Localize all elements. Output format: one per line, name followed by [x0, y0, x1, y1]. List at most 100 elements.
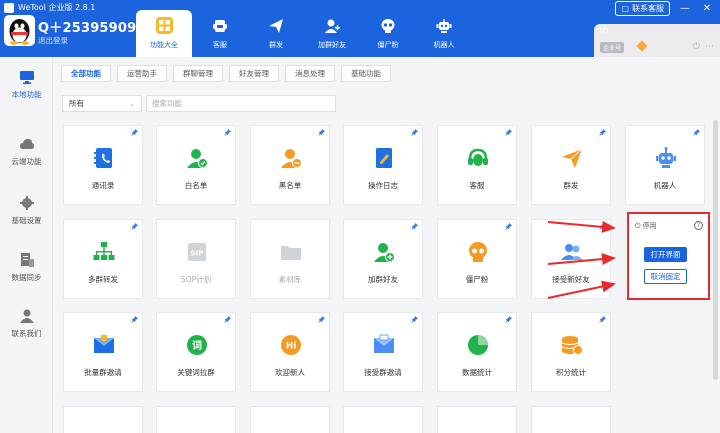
sidebar-item-cloud[interactable]: 云端功能: [0, 132, 53, 172]
log-icon: [376, 148, 392, 168]
gear-icon: [19, 196, 34, 210]
feature-card[interactable]: 机器人: [625, 125, 705, 205]
unpin-button[interactable]: 取消固定: [644, 269, 687, 284]
pin-icon[interactable]: [411, 129, 418, 136]
nav-label: 群发: [269, 41, 283, 49]
sidebar-item-local[interactable]: 本地功能: [0, 65, 53, 105]
feature-card[interactable]: 批量群邀请: [63, 312, 143, 392]
pin-icon[interactable]: [599, 129, 606, 136]
coins-icon: [561, 336, 583, 355]
feature-card-partial[interactable]: [343, 406, 423, 433]
nav-tab-features[interactable]: 功能大全: [136, 10, 192, 57]
feature-card-partial[interactable]: [63, 406, 143, 433]
feature-card[interactable]: 加群好友: [343, 219, 423, 299]
feature-card[interactable]: 词关键词拉群: [156, 312, 236, 392]
disable-label: 停用: [642, 222, 657, 230]
feature-card-partial[interactable]: [250, 406, 330, 433]
feature-card[interactable]: Hi 欢迎新人: [250, 312, 330, 392]
app-header: WeTool 企业版 2.8.1 Q＋253959090 退出登录 功能大全 客…: [0, 0, 720, 57]
pin-icon[interactable]: [411, 316, 418, 323]
feature-card[interactable]: 积分统计: [531, 312, 611, 392]
users-icon: [561, 244, 583, 260]
sidebar-item-contact[interactable]: 联系我们: [0, 304, 53, 344]
nav-tab-zombie[interactable]: 僵尸粉: [360, 10, 416, 57]
pin-icon[interactable]: [505, 316, 512, 323]
feature-card[interactable]: 群发: [531, 125, 611, 205]
sidebar-item-label: 基础设置: [11, 216, 42, 225]
pin-icon[interactable]: [131, 129, 138, 136]
feature-card[interactable]: 接受新好友: [531, 219, 611, 299]
svg-text:SIP: SIP: [191, 250, 204, 258]
feature-card[interactable]: SIP SOP计划: [156, 219, 236, 299]
tab-operations[interactable]: 运营助手: [117, 65, 167, 82]
mail-group-icon: [94, 335, 114, 353]
headset-icon: [212, 17, 229, 34]
pin-icon[interactable]: [505, 129, 512, 136]
tab-group-chat[interactable]: 群聊管理: [173, 65, 223, 82]
pin-icon[interactable]: [224, 129, 231, 136]
tab-friends[interactable]: 好友管理: [229, 65, 279, 82]
add-friend-icon: [324, 17, 341, 34]
scrollbar[interactable]: [713, 120, 718, 380]
mail-accept-icon: [374, 334, 394, 353]
pin-icon[interactable]: [599, 316, 606, 323]
search-input[interactable]: [146, 95, 336, 112]
disable-toggle[interactable]: ⏻ 停用: [635, 221, 657, 231]
tab-messages[interactable]: 消息处理: [285, 65, 335, 82]
feature-card-label: 机器人: [653, 181, 677, 190]
sync-icon: [20, 253, 34, 267]
open-interface-button[interactable]: 打开界面: [644, 247, 687, 262]
logout-link[interactable]: 退出登录: [38, 35, 68, 46]
feature-card[interactable]: 操作日志: [343, 125, 423, 205]
feature-card[interactable]: 数据统计: [437, 312, 517, 392]
pin-icon[interactable]: [131, 316, 138, 323]
avatar[interactable]: [4, 15, 35, 46]
contact-support-button[interactable]: ▢ 联系客服: [615, 1, 670, 16]
pin-icon[interactable]: [224, 316, 231, 323]
tab-basic[interactable]: 基础功能: [341, 65, 391, 82]
feature-card-partial[interactable]: [156, 406, 236, 433]
pin-icon[interactable]: [411, 223, 418, 230]
svg-text:词: 词: [192, 339, 202, 352]
feature-tabs: 全部功能 运营助手 群聊管理 好友管理 消息处理 基础功能: [61, 65, 391, 82]
feature-card-label: 黑名单: [278, 181, 302, 190]
help-icon[interactable]: ?: [694, 221, 703, 230]
feature-card[interactable]: 素材库: [250, 219, 330, 299]
pin-icon[interactable]: [131, 223, 138, 230]
pin-icon[interactable]: [599, 223, 606, 230]
user-block-icon: [281, 149, 302, 168]
feature-card[interactable]: 通讯录: [63, 125, 143, 205]
feature-card[interactable]: 黑名单: [250, 125, 330, 205]
close-button[interactable]: ✕: [700, 3, 714, 14]
pin-icon[interactable]: [693, 129, 700, 136]
support-label: 联系客服: [632, 4, 664, 13]
pin-icon[interactable]: [318, 129, 325, 136]
account-qq: Q＋253959090: [38, 21, 146, 36]
power-icon[interactable]: ⏻: [693, 42, 700, 52]
sidebar-item-settings[interactable]: 基础设置: [0, 191, 53, 231]
card-context-popup: ⏻ 停用 ? 打开界面 取消固定: [627, 212, 710, 300]
feature-card-partial[interactable]: [531, 406, 611, 433]
tab-all[interactable]: 全部功能: [61, 65, 111, 82]
minimize-button[interactable]: —: [678, 3, 692, 14]
feature-card[interactable]: 僵尸粉: [437, 219, 517, 299]
nav-tab-robot[interactable]: 机器人: [416, 10, 472, 57]
more-icon[interactable]: ⋯: [705, 42, 714, 52]
feature-card[interactable]: 接受群邀请: [343, 312, 423, 392]
pin-icon[interactable]: [318, 316, 325, 323]
nav-tab-add-friends[interactable]: 加群好友: [304, 10, 360, 57]
feature-card-partial[interactable]: [437, 406, 517, 433]
sidebar-item-label: 本地功能: [11, 90, 42, 99]
nav-tab-broadcast[interactable]: 群发: [248, 10, 304, 57]
feature-card[interactable]: 多群转发: [63, 219, 143, 299]
category-select[interactable]: 所有 ⌄: [62, 95, 142, 112]
nav-tab-service[interactable]: 客服: [192, 10, 248, 57]
pin-icon[interactable]: [505, 223, 512, 230]
robot-icon: [436, 17, 453, 34]
user-check-icon: [187, 149, 208, 168]
robot-icon: [656, 147, 676, 168]
window-controls: ▢ 联系客服 — ✕: [615, 1, 714, 16]
feature-card[interactable]: 客服: [437, 125, 517, 205]
feature-card[interactable]: 白名单: [156, 125, 236, 205]
sidebar-item-sync[interactable]: 数据同步: [0, 248, 53, 288]
